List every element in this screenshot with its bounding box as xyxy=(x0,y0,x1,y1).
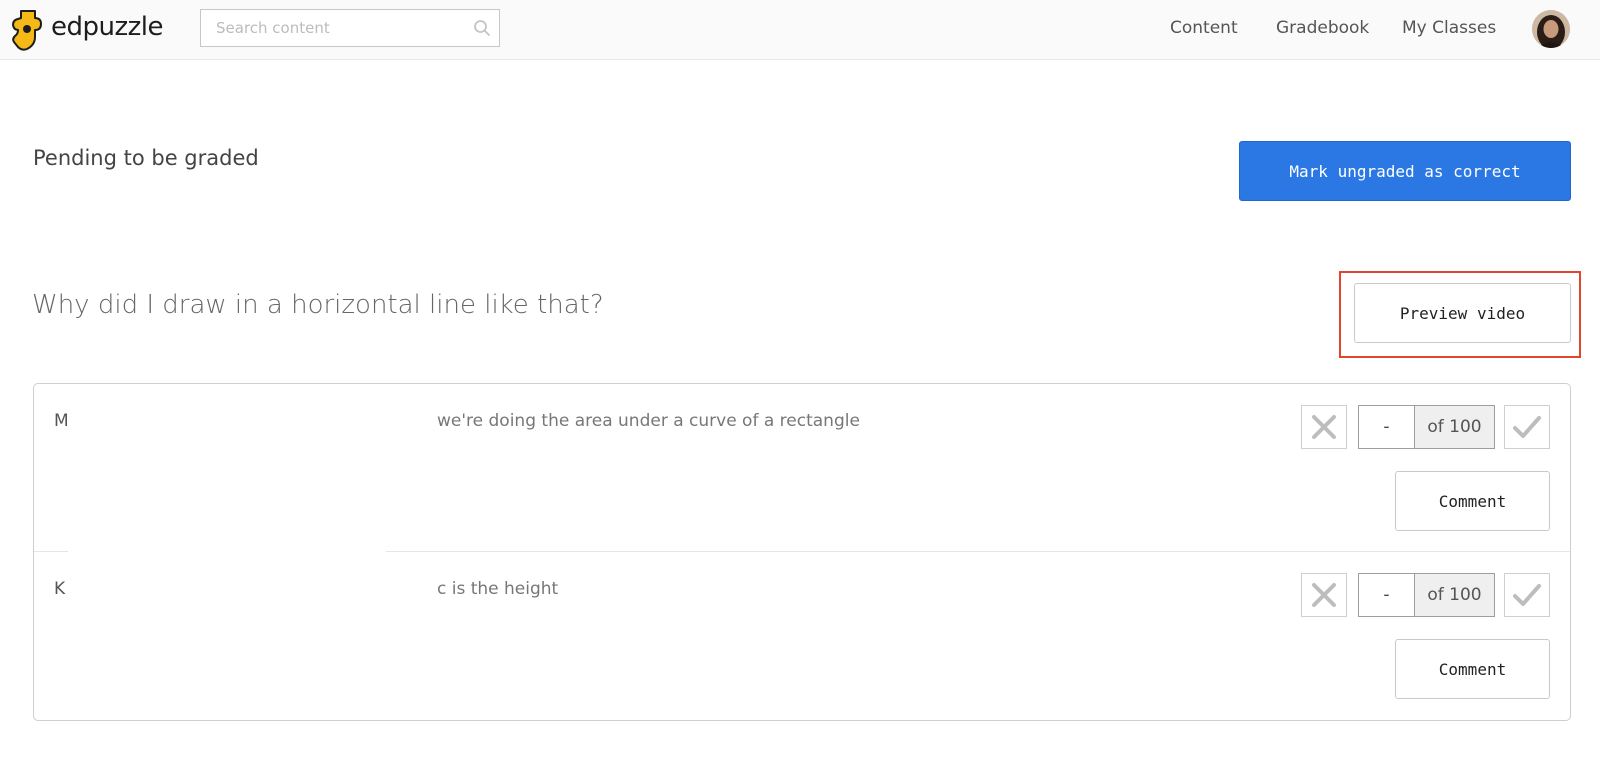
answers-panel: M we're doing the area under a curve of … xyxy=(33,383,1571,721)
answer-text: c is the height xyxy=(437,579,559,599)
score-input[interactable] xyxy=(1359,574,1414,616)
check-icon xyxy=(1513,416,1541,438)
answer-row: K c is the height of 100 Comment xyxy=(34,552,1570,719)
avatar-image xyxy=(1532,10,1570,48)
mark-wrong-button[interactable] xyxy=(1301,573,1347,617)
preview-video-button[interactable]: Preview video xyxy=(1354,283,1571,343)
comment-button[interactable]: Comment xyxy=(1395,471,1550,531)
close-icon xyxy=(1312,415,1336,439)
student-name: K xyxy=(54,579,66,599)
search-box xyxy=(200,9,500,47)
check-icon xyxy=(1513,584,1541,606)
page-title: Pending to be graded xyxy=(33,146,259,170)
answer-text: we're doing the area under a curve of a … xyxy=(437,411,860,431)
puzzle-logo-icon xyxy=(12,10,42,51)
score-field: of 100 xyxy=(1358,573,1495,617)
mark-correct-button[interactable] xyxy=(1504,405,1550,449)
question-text: Why did I draw in a horizontal line like… xyxy=(32,290,604,320)
nav-gradebook[interactable]: Gradebook xyxy=(1276,18,1369,38)
nav-my-classes[interactable]: My Classes xyxy=(1402,18,1496,38)
score-field: of 100 xyxy=(1358,405,1495,449)
redaction-mask xyxy=(68,394,386,554)
top-bar: edpuzzle Content Gradebook My Classes xyxy=(0,0,1600,60)
close-icon xyxy=(1312,583,1336,607)
student-name: M xyxy=(54,411,69,431)
search-input[interactable] xyxy=(201,10,476,46)
score-input[interactable] xyxy=(1359,406,1414,448)
mark-correct-button[interactable] xyxy=(1504,573,1550,617)
score-max: of 100 xyxy=(1414,406,1494,448)
logo-text: edpuzzle xyxy=(51,12,164,42)
search-icon[interactable] xyxy=(473,19,491,37)
mark-ungraded-correct-button[interactable]: Mark ungraded as correct xyxy=(1239,141,1571,201)
comment-button[interactable]: Comment xyxy=(1395,639,1550,699)
nav-content[interactable]: Content xyxy=(1170,18,1238,38)
logo[interactable]: edpuzzle xyxy=(11,9,181,51)
score-max: of 100 xyxy=(1414,574,1494,616)
mark-wrong-button[interactable] xyxy=(1301,405,1347,449)
user-avatar[interactable] xyxy=(1532,10,1570,48)
